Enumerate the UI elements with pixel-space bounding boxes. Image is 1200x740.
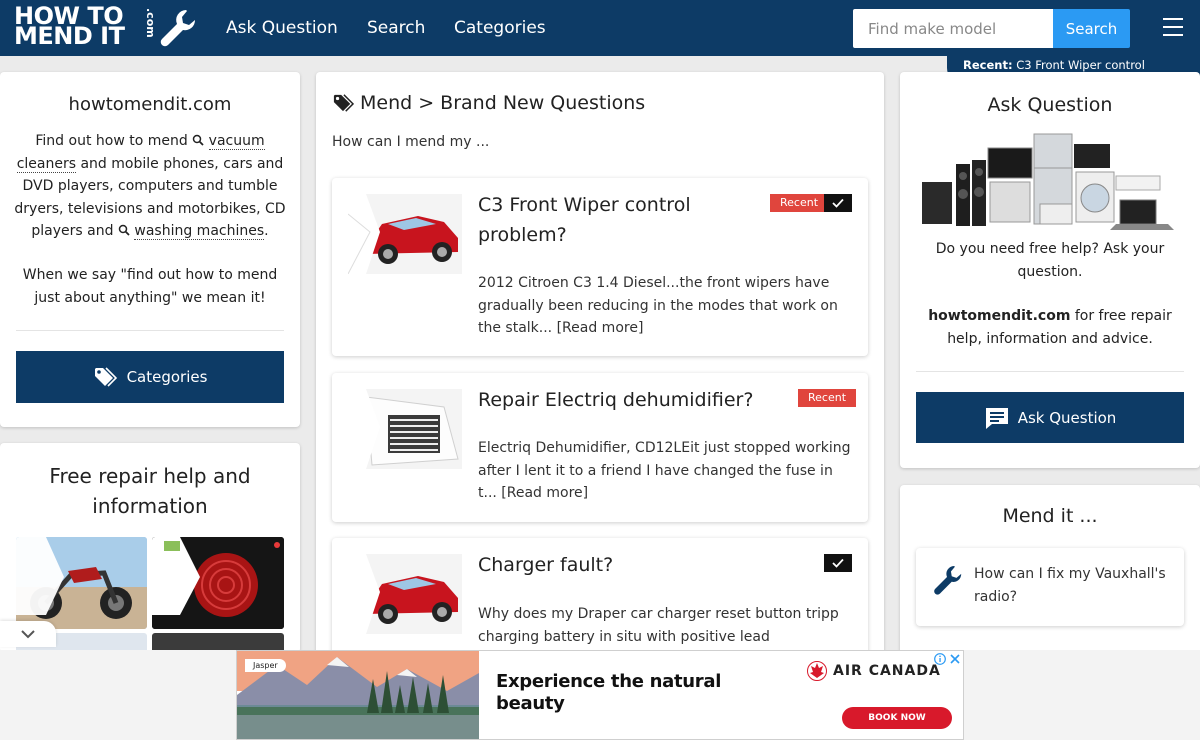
intro-title: howtomendit.com: [68, 94, 232, 115]
search-input[interactable]: [853, 9, 1053, 48]
recent-label: Recent:: [963, 58, 1013, 72]
recent-badge: Recent: [770, 194, 829, 212]
section-subheading: How can I mend my ...: [332, 134, 490, 150]
categories-button[interactable]: Categories: [16, 351, 284, 403]
read-more-link[interactable]: [Read more]: [501, 485, 588, 501]
nav-ask-question[interactable]: Ask Question: [226, 18, 338, 38]
intro-quote: When we say "find out how to mend just a…: [22, 267, 278, 306]
ask-question-button[interactable]: Ask Question: [916, 392, 1184, 443]
chat-bubble-icon: [985, 407, 1008, 429]
dehumidifier-thumbnail: [348, 389, 462, 469]
mend-it-item[interactable]: How can I fix my Vauxhall's radio?: [916, 548, 1184, 626]
top-navigation-bar: HOW TO MEND IT .com Ask Question Search …: [0, 0, 1200, 56]
chevron-down-icon: [21, 630, 35, 639]
mend-it-card: Mend it ... How can I fix my Vauxhall's …: [900, 485, 1200, 665]
ad-location-tag: Jasper: [245, 659, 286, 672]
question-excerpt: Electriq Dehumidifier, CD12LEit just sto…: [478, 440, 851, 501]
intro-paragraph: Find out how to mend vacuum cleaners and…: [14, 133, 286, 240]
washing-machines-link[interactable]: washing machines: [134, 223, 265, 240]
question-card[interactable]: Repair Electriq dehumidifier? Electriq D…: [332, 373, 868, 522]
read-more-link[interactable]: [Read more]: [557, 320, 644, 336]
site-logo[interactable]: HOW TO MEND IT .com: [14, 2, 196, 50]
mend-it-title: Mend it ...: [1002, 505, 1098, 527]
collapse-ad-tab[interactable]: [0, 621, 56, 647]
hob-thumbnail[interactable]: [152, 537, 284, 629]
question-title[interactable]: Repair Electriq dehumidifier?: [478, 385, 778, 415]
question-title[interactable]: C3 Front Wiper control problem?: [478, 190, 758, 250]
tag-icon: [94, 367, 117, 387]
maple-leaf-logo-icon: [807, 661, 827, 681]
ad-close-icon[interactable]: [949, 653, 961, 665]
wrench-logo-icon: [160, 10, 196, 47]
search-icon: [192, 134, 204, 146]
red-car-thumbnail: [348, 554, 462, 634]
mend-it-item-text: How can I fix my Vauxhall's radio?: [974, 566, 1166, 605]
ask-site-text: howtomendit.com for free repair help, in…: [928, 308, 1172, 347]
divider: [16, 330, 284, 331]
repair-help-title: Free repair help and information: [49, 464, 251, 518]
recent-badge: Recent: [798, 389, 857, 407]
ad-brand: AIR CANADA: [807, 661, 941, 681]
red-car-thumbnail: [348, 194, 462, 274]
search-icon: [118, 224, 130, 236]
ad-landscape-image: Jasper: [237, 651, 479, 739]
ask-help-text: Do you need free help? Ask your question…: [935, 241, 1165, 280]
advertisement[interactable]: Jasper Experience the natural beauty AIR…: [236, 650, 964, 740]
question-card[interactable]: Charger fault? Why does my Draper car ch…: [332, 538, 868, 667]
question-card[interactable]: C3 Front Wiper control problem? 2012 Cit…: [332, 178, 868, 356]
logo-text: HOW TO MEND IT: [14, 2, 125, 50]
nav-search[interactable]: Search: [367, 18, 425, 38]
intro-card: howtomendit.com Find out how to mend vac…: [0, 72, 300, 427]
motorbike-thumbnail[interactable]: [16, 537, 147, 629]
logo-com: .com: [144, 8, 157, 38]
nav-categories[interactable]: Categories: [454, 18, 546, 38]
section-heading: Mend > Brand New Questions: [332, 92, 645, 114]
ad-info-icon[interactable]: [934, 653, 946, 665]
answered-check-icon: [824, 194, 852, 212]
divider: [916, 371, 1184, 372]
ad-book-now-button[interactable]: BOOK NOW: [842, 707, 952, 729]
question-excerpt: 2012 Citroen C3 1.4 Diesel...the front w…: [478, 275, 838, 336]
appliances-image: [920, 130, 1180, 234]
ad-headline: Experience the natural beauty: [496, 671, 722, 714]
ask-question-title: Ask Question: [987, 94, 1113, 116]
ask-question-card: Ask Question Do you need free help? Ask …: [900, 72, 1200, 468]
question-title[interactable]: Charger fault?: [478, 550, 758, 580]
tag-icon: [333, 94, 354, 112]
wrench-icon: [934, 566, 962, 595]
search-button[interactable]: Search: [1053, 9, 1130, 48]
answered-check-icon: [824, 554, 852, 572]
hamburger-menu-icon[interactable]: [1163, 18, 1183, 38]
